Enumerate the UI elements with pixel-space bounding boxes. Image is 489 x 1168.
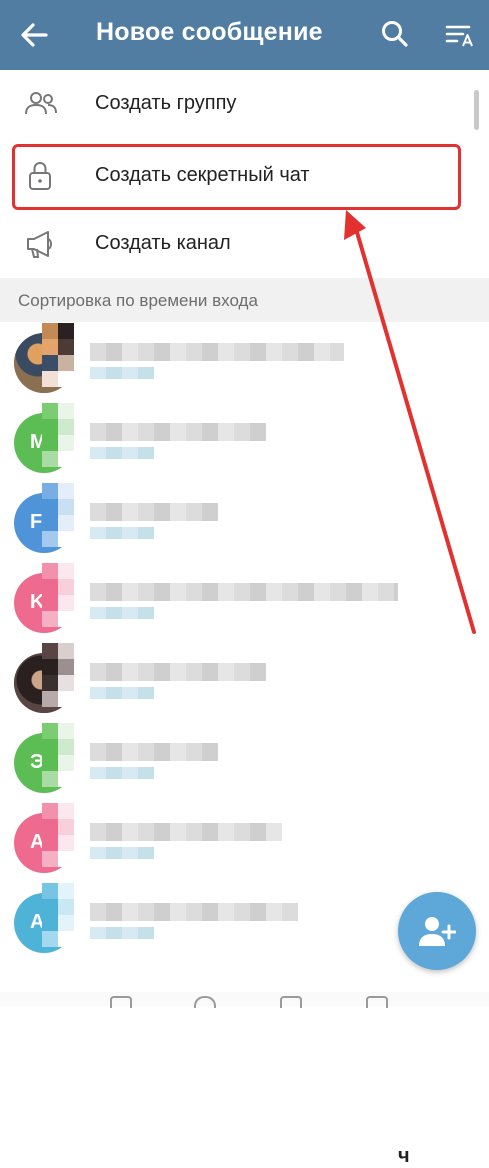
system-nav-bar — [0, 992, 489, 1008]
nav-recents-icon[interactable] — [280, 996, 302, 1008]
red-arrow-annotation — [344, 210, 476, 634]
contact-name-tail: ч — [398, 1145, 410, 1167]
nav-extra-icon[interactable] — [366, 996, 388, 1008]
nav-home-icon[interactable] — [194, 996, 216, 1008]
nav-back-icon[interactable] — [110, 996, 132, 1008]
